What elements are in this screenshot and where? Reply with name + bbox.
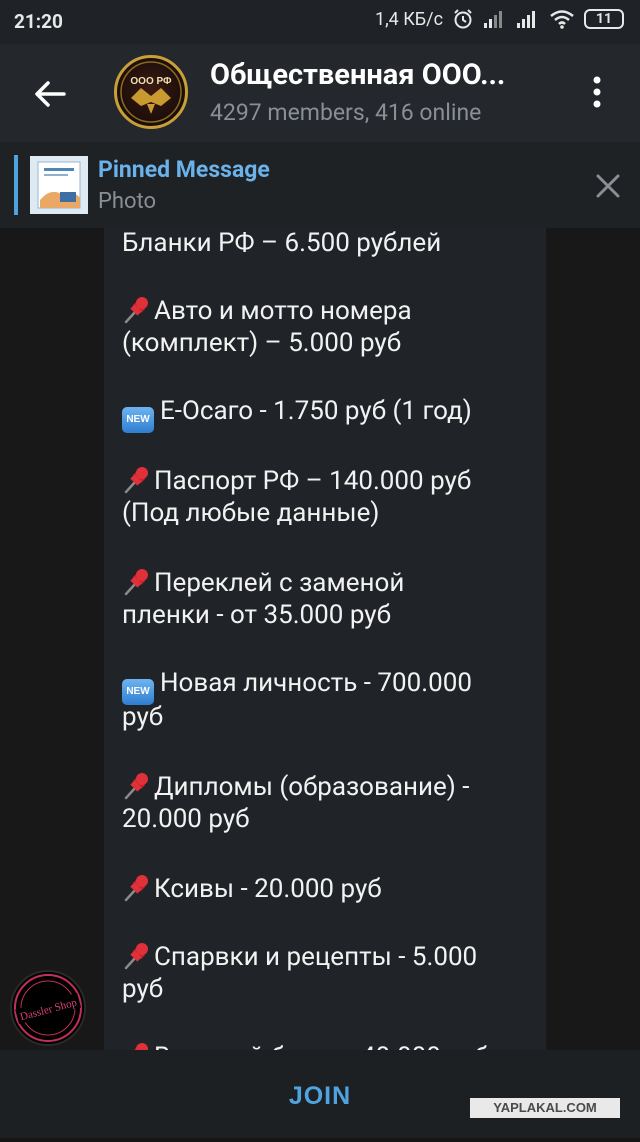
- message-line-text: Авто и мотто номера: [154, 296, 412, 326]
- chat-header: ООО РФ Общественная ООО... 4297 members,…: [0, 44, 640, 142]
- group-avatar[interactable]: ООО РФ: [114, 55, 188, 129]
- message-line-text: Спарвки и рецепты - 5.000: [154, 942, 478, 972]
- document-photo-icon: [30, 156, 88, 214]
- pinned-thumbnail: [30, 156, 88, 214]
- pushpin-icon: [124, 297, 148, 324]
- message-line: NEW Новая личность - 700.000: [122, 668, 472, 705]
- pushpin-icon: [124, 569, 148, 596]
- message-line: NEW E-Осаго - 1.750 руб (1 год): [122, 396, 472, 433]
- chat-title[interactable]: Общественная ООО...: [210, 58, 505, 92]
- message-line-text: пленки - от 35.000 руб: [122, 600, 391, 630]
- message-line: (комплект) – 5.000 руб: [122, 328, 401, 358]
- watermark: YAPLAKAL.COM: [470, 1098, 620, 1118]
- message-line-text: руб: [122, 974, 164, 1004]
- status-time: 21:20: [14, 10, 63, 33]
- battery-icon: 11: [584, 9, 624, 29]
- pinned-title: Pinned Message: [98, 156, 270, 183]
- stamp-text: Dassler Shop: [19, 996, 79, 1023]
- pushpin-icon: [124, 875, 148, 902]
- pinned-preview: Photo: [98, 189, 157, 214]
- pushpin-icon: [124, 467, 148, 494]
- signal-icon: [484, 11, 502, 28]
- pushpin-icon: [124, 943, 148, 970]
- status-icons: 1,4 КБ/с 11: [375, 8, 624, 30]
- join-button[interactable]: JOIN: [0, 1050, 640, 1138]
- message-line-text: (комплект) – 5.000 руб: [122, 328, 402, 358]
- message-line: 20.000 руб: [122, 804, 250, 834]
- message-line-text: Переклей с заменой: [154, 568, 405, 598]
- back-arrow-icon[interactable]: [30, 74, 70, 114]
- message-line: руб: [122, 702, 163, 732]
- sticker-avatar[interactable]: Dassler Shop: [10, 970, 86, 1046]
- message-line-text: (Под любые данные): [122, 498, 380, 528]
- message-line-text: руб: [122, 702, 164, 732]
- message-line: Бланки РФ – 6.500 рублей: [122, 228, 441, 258]
- wifi-icon: [550, 10, 574, 29]
- chat-area[interactable]: Бланки РФ – 6.500 рублей Авто и мотто ном…: [0, 228, 640, 1050]
- message-line: Дипломы (образование) -: [122, 770, 470, 802]
- avatar-emblem-icon: ООО РФ: [120, 61, 182, 123]
- message-line: пленки - от 35.000 руб: [122, 600, 391, 630]
- message-line-text: Дипломы (образование) -: [154, 772, 470, 802]
- more-options-icon[interactable]: [584, 72, 610, 112]
- message-line-text: 20.000 руб: [122, 804, 250, 834]
- pinned-message-bar[interactable]: Pinned Message Photo: [0, 142, 640, 228]
- message-line: Спарвки и рецепты - 5.000: [122, 940, 477, 972]
- message-line-text: Паспорт РФ – 140.000 руб: [154, 466, 472, 496]
- network-speed: 1,4 КБ/с: [374, 8, 443, 30]
- message-line: Паспорт РФ – 140.000 руб: [122, 464, 471, 496]
- bottom-bar: JOIN: [0, 1050, 640, 1138]
- avatar-text: ООО РФ: [130, 76, 172, 87]
- message-line: Авто и мотто номера: [122, 294, 412, 326]
- message-line-text: Ксивы - 20.000 руб: [154, 874, 382, 904]
- message-line: Переклей с заменой: [122, 566, 404, 598]
- message-line-text: Бланки РФ – 6.500 рублей: [122, 228, 442, 258]
- message-line-text: E-Осаго - 1.750 руб (1 год): [160, 396, 472, 426]
- close-pinned-icon[interactable]: [594, 172, 622, 200]
- pushpin-icon: [134, 1043, 148, 1050]
- alarm-icon: [454, 9, 472, 29]
- message-line-text: Новая личность - 700.000: [160, 668, 472, 698]
- message-line: руб: [122, 974, 163, 1004]
- stamp-icon: Dassler Shop: [14, 974, 82, 1042]
- message-line: (Под любые данные): [122, 498, 379, 528]
- pushpin-icon: [124, 773, 148, 800]
- status-bar: 21:20 1,4 КБ/с 11: [0, 0, 640, 44]
- signal-icon-2: [517, 11, 535, 28]
- pinned-accent-bar: [14, 155, 18, 215]
- message-line: Ксивы - 20.000 руб: [122, 872, 382, 904]
- message-line-text: Военный билет - 40.000 руб: [154, 1042, 488, 1050]
- message-line: Военный билет - 40.000 руб: [122, 1040, 488, 1050]
- chat-subtitle: 4297 members, 416 online: [210, 99, 482, 126]
- new-badge-icon: NEW: [122, 407, 154, 433]
